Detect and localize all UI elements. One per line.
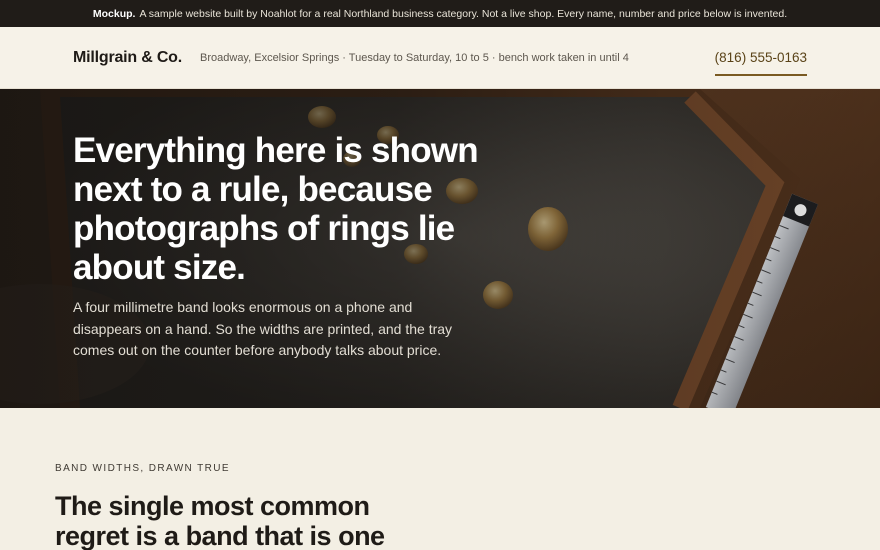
notice-text: A sample website built by Noahlot for a … xyxy=(139,7,788,20)
brand-logo[interactable]: Millgrain & Co. xyxy=(73,49,182,67)
location-hours: Broadway, Excelsior Springs · Tuesday to… xyxy=(200,51,629,64)
site-header: Millgrain & Co. Broadway, Excelsior Spri… xyxy=(0,27,880,89)
mockup-notice-bar: Mockup. A sample website built by Noahlo… xyxy=(0,0,880,27)
notice-lead: Mockup. xyxy=(92,7,136,20)
phone-link[interactable]: (816) 555-0163 xyxy=(714,50,807,76)
hero-section: Everything here is shown next to a rule,… xyxy=(0,89,880,408)
section-eyebrow: BAND WIDTHS, DRAWN TRUE xyxy=(55,463,230,474)
band-widths-section: BAND WIDTHS, DRAWN TRUE The single most … xyxy=(0,408,880,550)
hero-title: Everything here is shown next to a rule,… xyxy=(73,131,479,287)
section-title: The single most common regret is a band … xyxy=(55,491,385,550)
hero-subtitle: A four millimetre band looks enormous on… xyxy=(73,299,453,358)
hero-copy: Everything here is shown next to a rule,… xyxy=(73,131,493,362)
